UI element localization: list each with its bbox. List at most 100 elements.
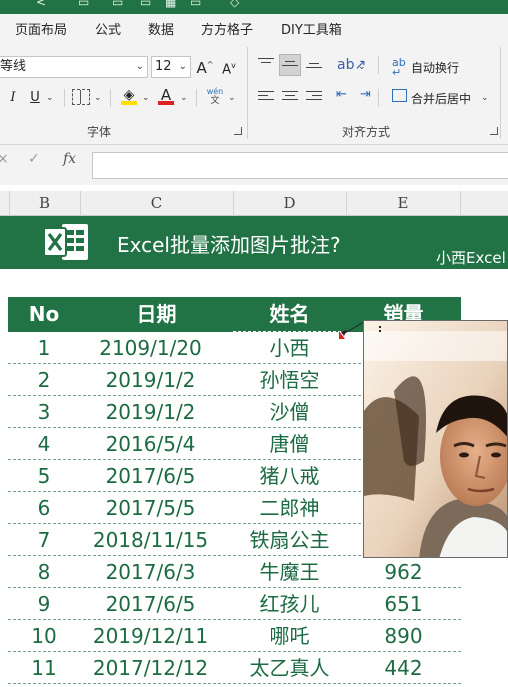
align-bottom-icon[interactable] (306, 63, 322, 77)
comment-resize-handle-icon[interactable] (379, 326, 382, 334)
confirm-icon[interactable]: ✓ (28, 151, 40, 167)
column-header-e[interactable]: E (346, 191, 460, 216)
decrease-indent-icon[interactable]: ⇤ (336, 87, 347, 102)
cell-name[interactable]: 牛魔王 (233, 556, 346, 588)
column-separator[interactable] (460, 191, 461, 216)
merge-center-icon[interactable] (392, 89, 407, 102)
font-dialog-launcher-icon[interactable] (234, 127, 242, 135)
chevron-down-icon[interactable]: ⌄ (358, 62, 366, 72)
header-name[interactable]: 姓名 (233, 297, 346, 332)
table-row[interactable]: 8 2017/6/3 牛魔王 962 (8, 556, 461, 588)
cell-date[interactable]: 2017/6/5 (80, 588, 233, 620)
cell-date[interactable]: 2109/1/20 (80, 332, 233, 364)
chevron-down-icon[interactable]: ⌄ (94, 93, 102, 103)
cell-name[interactable]: 二郎神 (233, 492, 346, 524)
redo-icon[interactable]: ▭ (140, 0, 151, 8)
font-size-combo[interactable]: 12 ⌄ (151, 56, 191, 78)
column-header-c[interactable]: C (80, 191, 233, 216)
merge-center-button[interactable]: 合并后居中 (411, 90, 471, 107)
undo-icon[interactable]: ▭ (112, 0, 123, 8)
underline-button[interactable]: U (28, 89, 42, 107)
fill-color-button[interactable]: ◈ (120, 86, 138, 106)
save-icon[interactable]: ▭ (78, 0, 89, 8)
tab-formulas[interactable]: 公式 (95, 19, 121, 38)
table-row[interactable]: 11 2017/12/12 太乙真人 442 (8, 652, 461, 684)
cell-name[interactable]: 哪吒 (233, 620, 346, 652)
align-top-icon[interactable] (258, 58, 274, 72)
chevron-down-icon[interactable]: ⌄ (481, 93, 489, 103)
cell-sales[interactable]: 651 (346, 588, 461, 620)
grow-font-button[interactable]: A^ (196, 56, 214, 77)
chevron-down-icon[interactable]: ⌄ (142, 93, 150, 103)
formula-input[interactable] (92, 152, 508, 179)
tab-page-layout[interactable]: 页面布局 (15, 19, 67, 38)
increase-indent-icon[interactable]: ⇥ (360, 87, 371, 102)
table-icon[interactable]: ▦ (165, 0, 176, 8)
italic-label: I (10, 90, 16, 105)
cell-name[interactable]: 红孩儿 (233, 588, 346, 620)
italic-button[interactable]: I (6, 89, 20, 107)
phonetic-button[interactable]: wén 文 (204, 87, 226, 106)
cell-name[interactable]: 唐僧 (233, 428, 346, 460)
shape-icon[interactable]: ◇ (230, 0, 239, 8)
column-header-b[interactable]: B (9, 191, 80, 216)
table-row[interactable]: 10 2019/12/11 哪吒 890 (8, 620, 461, 652)
tab-diy-toolbox[interactable]: DIY工具箱 (281, 19, 342, 38)
cell-sales[interactable]: 890 (346, 620, 461, 652)
column-header-d[interactable]: D (233, 191, 346, 216)
cell-date[interactable]: 2017/6/3 (80, 556, 233, 588)
cell-sales[interactable]: 962 (346, 556, 461, 588)
wrap-text-button[interactable]: 自动换行 (411, 59, 459, 76)
cell-no[interactable]: 4 (8, 428, 80, 460)
font-name-combo[interactable]: 等线 ⌄ (0, 56, 148, 78)
cell-no[interactable]: 2 (8, 364, 80, 396)
chevron-down-icon[interactable]: ⌄ (46, 93, 54, 103)
cell-date[interactable]: 2016/5/4 (80, 428, 233, 460)
cell-name[interactable]: 太乙真人 (233, 652, 346, 684)
align-middle-button[interactable] (279, 54, 301, 76)
shrink-font-button[interactable]: Av (220, 57, 238, 79)
cell-no[interactable]: 9 (8, 588, 80, 620)
cell-name[interactable]: 孙悟空 (233, 364, 346, 396)
cell-date[interactable]: 2017/6/5 (80, 460, 233, 492)
cell-date[interactable]: 2019/1/2 (80, 364, 233, 396)
cancel-icon[interactable]: × (0, 151, 9, 167)
cell-name[interactable]: 铁扇公主 (233, 524, 346, 556)
cell-date[interactable]: 2019/12/11 (80, 620, 233, 652)
border-button[interactable] (72, 89, 90, 105)
cell-date[interactable]: 2017/12/12 (80, 652, 233, 684)
table-row[interactable]: 9 2017/6/5 红孩儿 651 (8, 588, 461, 620)
tab-data[interactable]: 数据 (148, 19, 174, 38)
font-color-button[interactable]: A (157, 86, 175, 106)
cell-no[interactable]: 6 (8, 492, 80, 524)
cell-name[interactable]: 沙僧 (233, 396, 346, 428)
cell-no[interactable]: 7 (8, 524, 80, 556)
alignment-dialog-launcher-icon[interactable] (490, 127, 498, 135)
back-icon[interactable]: < (36, 0, 46, 8)
insert-function-icon[interactable]: fx (63, 151, 76, 167)
cell-no[interactable]: 3 (8, 396, 80, 428)
chevron-down-icon[interactable]: ⌄ (228, 93, 236, 103)
align-left-icon[interactable] (258, 91, 274, 105)
image-icon[interactable]: ▭ (190, 0, 201, 8)
cell-no[interactable]: 8 (8, 556, 80, 588)
cell-name[interactable]: 小西 (233, 332, 346, 364)
tab-fangfang-gezi[interactable]: 方方格子 (201, 19, 253, 38)
wrap-text-icon[interactable]: ab ↵ (392, 57, 406, 78)
cell-name[interactable]: 猪八戒 (233, 460, 346, 492)
title-banner[interactable]: Excel批量添加图片批注? 小西Excel (0, 216, 508, 269)
cell-no[interactable]: 1 (8, 332, 80, 364)
header-date[interactable]: 日期 (80, 297, 233, 332)
cell-date[interactable]: 2018/11/15 (80, 524, 233, 556)
cell-sales[interactable]: 442 (346, 652, 461, 684)
header-no[interactable]: No (8, 297, 80, 332)
cell-no[interactable]: 10 (8, 620, 80, 652)
cell-no[interactable]: 5 (8, 460, 80, 492)
cell-comment-popup[interactable] (363, 320, 508, 558)
align-right-icon[interactable] (306, 91, 322, 105)
cell-date[interactable]: 2019/1/2 (80, 396, 233, 428)
chevron-down-icon[interactable]: ⌄ (180, 93, 188, 103)
align-center-icon[interactable] (282, 91, 298, 105)
cell-no[interactable]: 11 (8, 652, 80, 684)
cell-date[interactable]: 2017/5/5 (80, 492, 233, 524)
